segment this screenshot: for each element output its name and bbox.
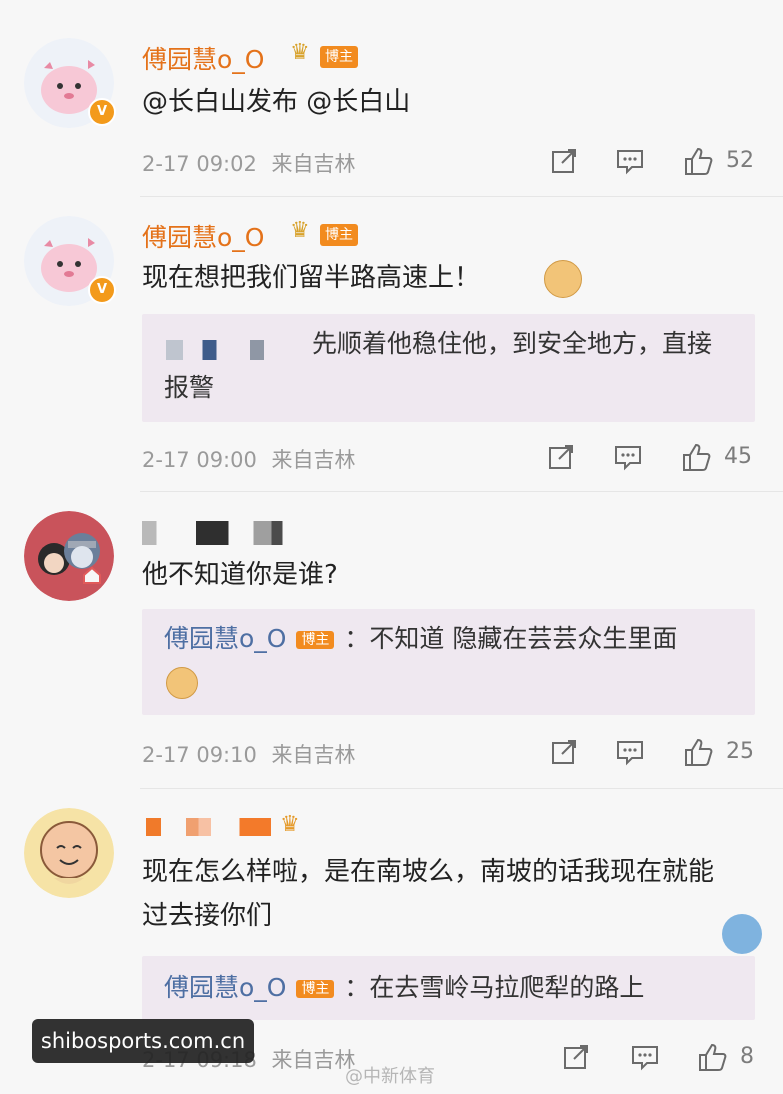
verified-badge-icon: V (88, 276, 116, 304)
comment-text: 他不知道你是谁? (142, 560, 338, 590)
share-icon[interactable] (550, 147, 578, 175)
comment-source: 来自吉林 (271, 1048, 356, 1072)
blogger-tag: 博主 (296, 631, 335, 649)
share-icon[interactable] (550, 738, 578, 766)
comment-time: 2-17 09:00 (142, 448, 257, 472)
verified-badge-icon: V (88, 98, 116, 126)
avatar[interactable] (24, 808, 114, 898)
quote-content: ：在去雪岭马拉爬犁的路上 (344, 973, 645, 1002)
site-watermark: shibosports.com.cn (32, 1019, 254, 1063)
blogger-tag: 博主 (296, 980, 335, 998)
like-count: 25 (726, 739, 754, 764)
thumbs-up-icon[interactable] (683, 736, 715, 768)
quote-text: 傅园慧o_O 博主 ：在去雪岭马拉爬犁的路上 (164, 966, 733, 1010)
blogger-tag: 博主 (320, 224, 358, 246)
comment-source: 来自吉林 (271, 152, 356, 176)
comment-author[interactable]: 傅园慧o_O (142, 218, 264, 254)
thumbs-up-icon[interactable] (683, 145, 715, 177)
redacted-username (146, 818, 271, 836)
comment-text-content: 现在想把我们留半路高速上！ (142, 263, 481, 293)
comment-text: @长白山发布 @长白山 (142, 87, 411, 117)
comment-icon[interactable] (616, 147, 644, 175)
crown-icon: ♛ (290, 218, 310, 243)
quote-text: 傅园慧o_O 博主 ：不知道 隐藏在芸芸众生里面 (164, 617, 733, 661)
quoted-reply: 傅园慧o_O 博主 ：在去雪岭马拉爬犁的路上 (142, 956, 755, 1020)
doge-emoji-icon (544, 260, 582, 298)
comment-source: 来自吉林 (271, 448, 356, 472)
crown-icon: ♛ (280, 812, 300, 837)
like-count: 45 (724, 444, 752, 469)
quote-text: 先顺着他稳住他，到安全地方，直接报警 (164, 329, 713, 402)
comment-time: 2-17 09:02 (142, 152, 257, 176)
quote-author[interactable]: 傅园慧o_O (164, 624, 286, 653)
doge-emoji-icon (166, 667, 198, 699)
comment-1: V 傅园慧o_O ♛ 博主 @长白山发布 @长白山 2-17 09:02 来自吉… (0, 0, 783, 200)
comment-2: V 傅园慧o_O ♛ 博主 现在想把我们留半路高速上！ 先顺着他稳住他，到安全地… (0, 196, 783, 492)
share-icon[interactable] (562, 1043, 590, 1071)
quote-content: ：不知道 隐藏在芸芸众生里面 (344, 624, 678, 653)
comment-icon[interactable] (616, 738, 644, 766)
sticker-icon (722, 914, 762, 954)
comment-author[interactable]: 傅园慧o_O (142, 40, 264, 76)
thumbs-up-icon[interactable] (681, 441, 713, 473)
comment-time: 2-17 09:10 (142, 743, 257, 767)
quoted-reply: 傅园慧o_O 博主 ：不知道 隐藏在芸芸众生里面 (142, 609, 755, 715)
comment-icon[interactable] (614, 443, 642, 471)
comment-meta: 2-17 09:02 来自吉林 (142, 148, 356, 178)
comment-text: 现在怎么样啦，是在南坡么，南坡的话我现在就能过去接你们 (142, 857, 715, 931)
blogger-tag: 博主 (320, 46, 358, 68)
comment-source: 来自吉林 (271, 743, 356, 767)
source-credit: @中新体育 (345, 1066, 435, 1087)
avatar[interactable] (24, 511, 114, 601)
thumbs-up-icon[interactable] (697, 1041, 729, 1073)
redacted-username (142, 521, 322, 545)
crown-icon: ♛ (290, 40, 310, 65)
quote-author[interactable]: 傅园慧o_O (164, 973, 286, 1002)
comment-icon[interactable] (631, 1043, 659, 1071)
comment-meta: 2-17 09:10 来自吉林 (142, 739, 356, 769)
share-icon[interactable] (547, 443, 575, 471)
quoted-reply: 先顺着他稳住他，到安全地方，直接报警 (142, 314, 755, 422)
comment-text: 现在想把我们留半路高速上！ (142, 256, 753, 300)
comment-3: 他不知道你是谁? 傅园慧o_O 博主 ：不知道 隐藏在芸芸众生里面 2-17 0… (0, 491, 783, 789)
like-count: 52 (726, 148, 754, 173)
comment-meta: 2-17 09:00 来自吉林 (142, 444, 356, 474)
like-count: 8 (740, 1044, 754, 1069)
